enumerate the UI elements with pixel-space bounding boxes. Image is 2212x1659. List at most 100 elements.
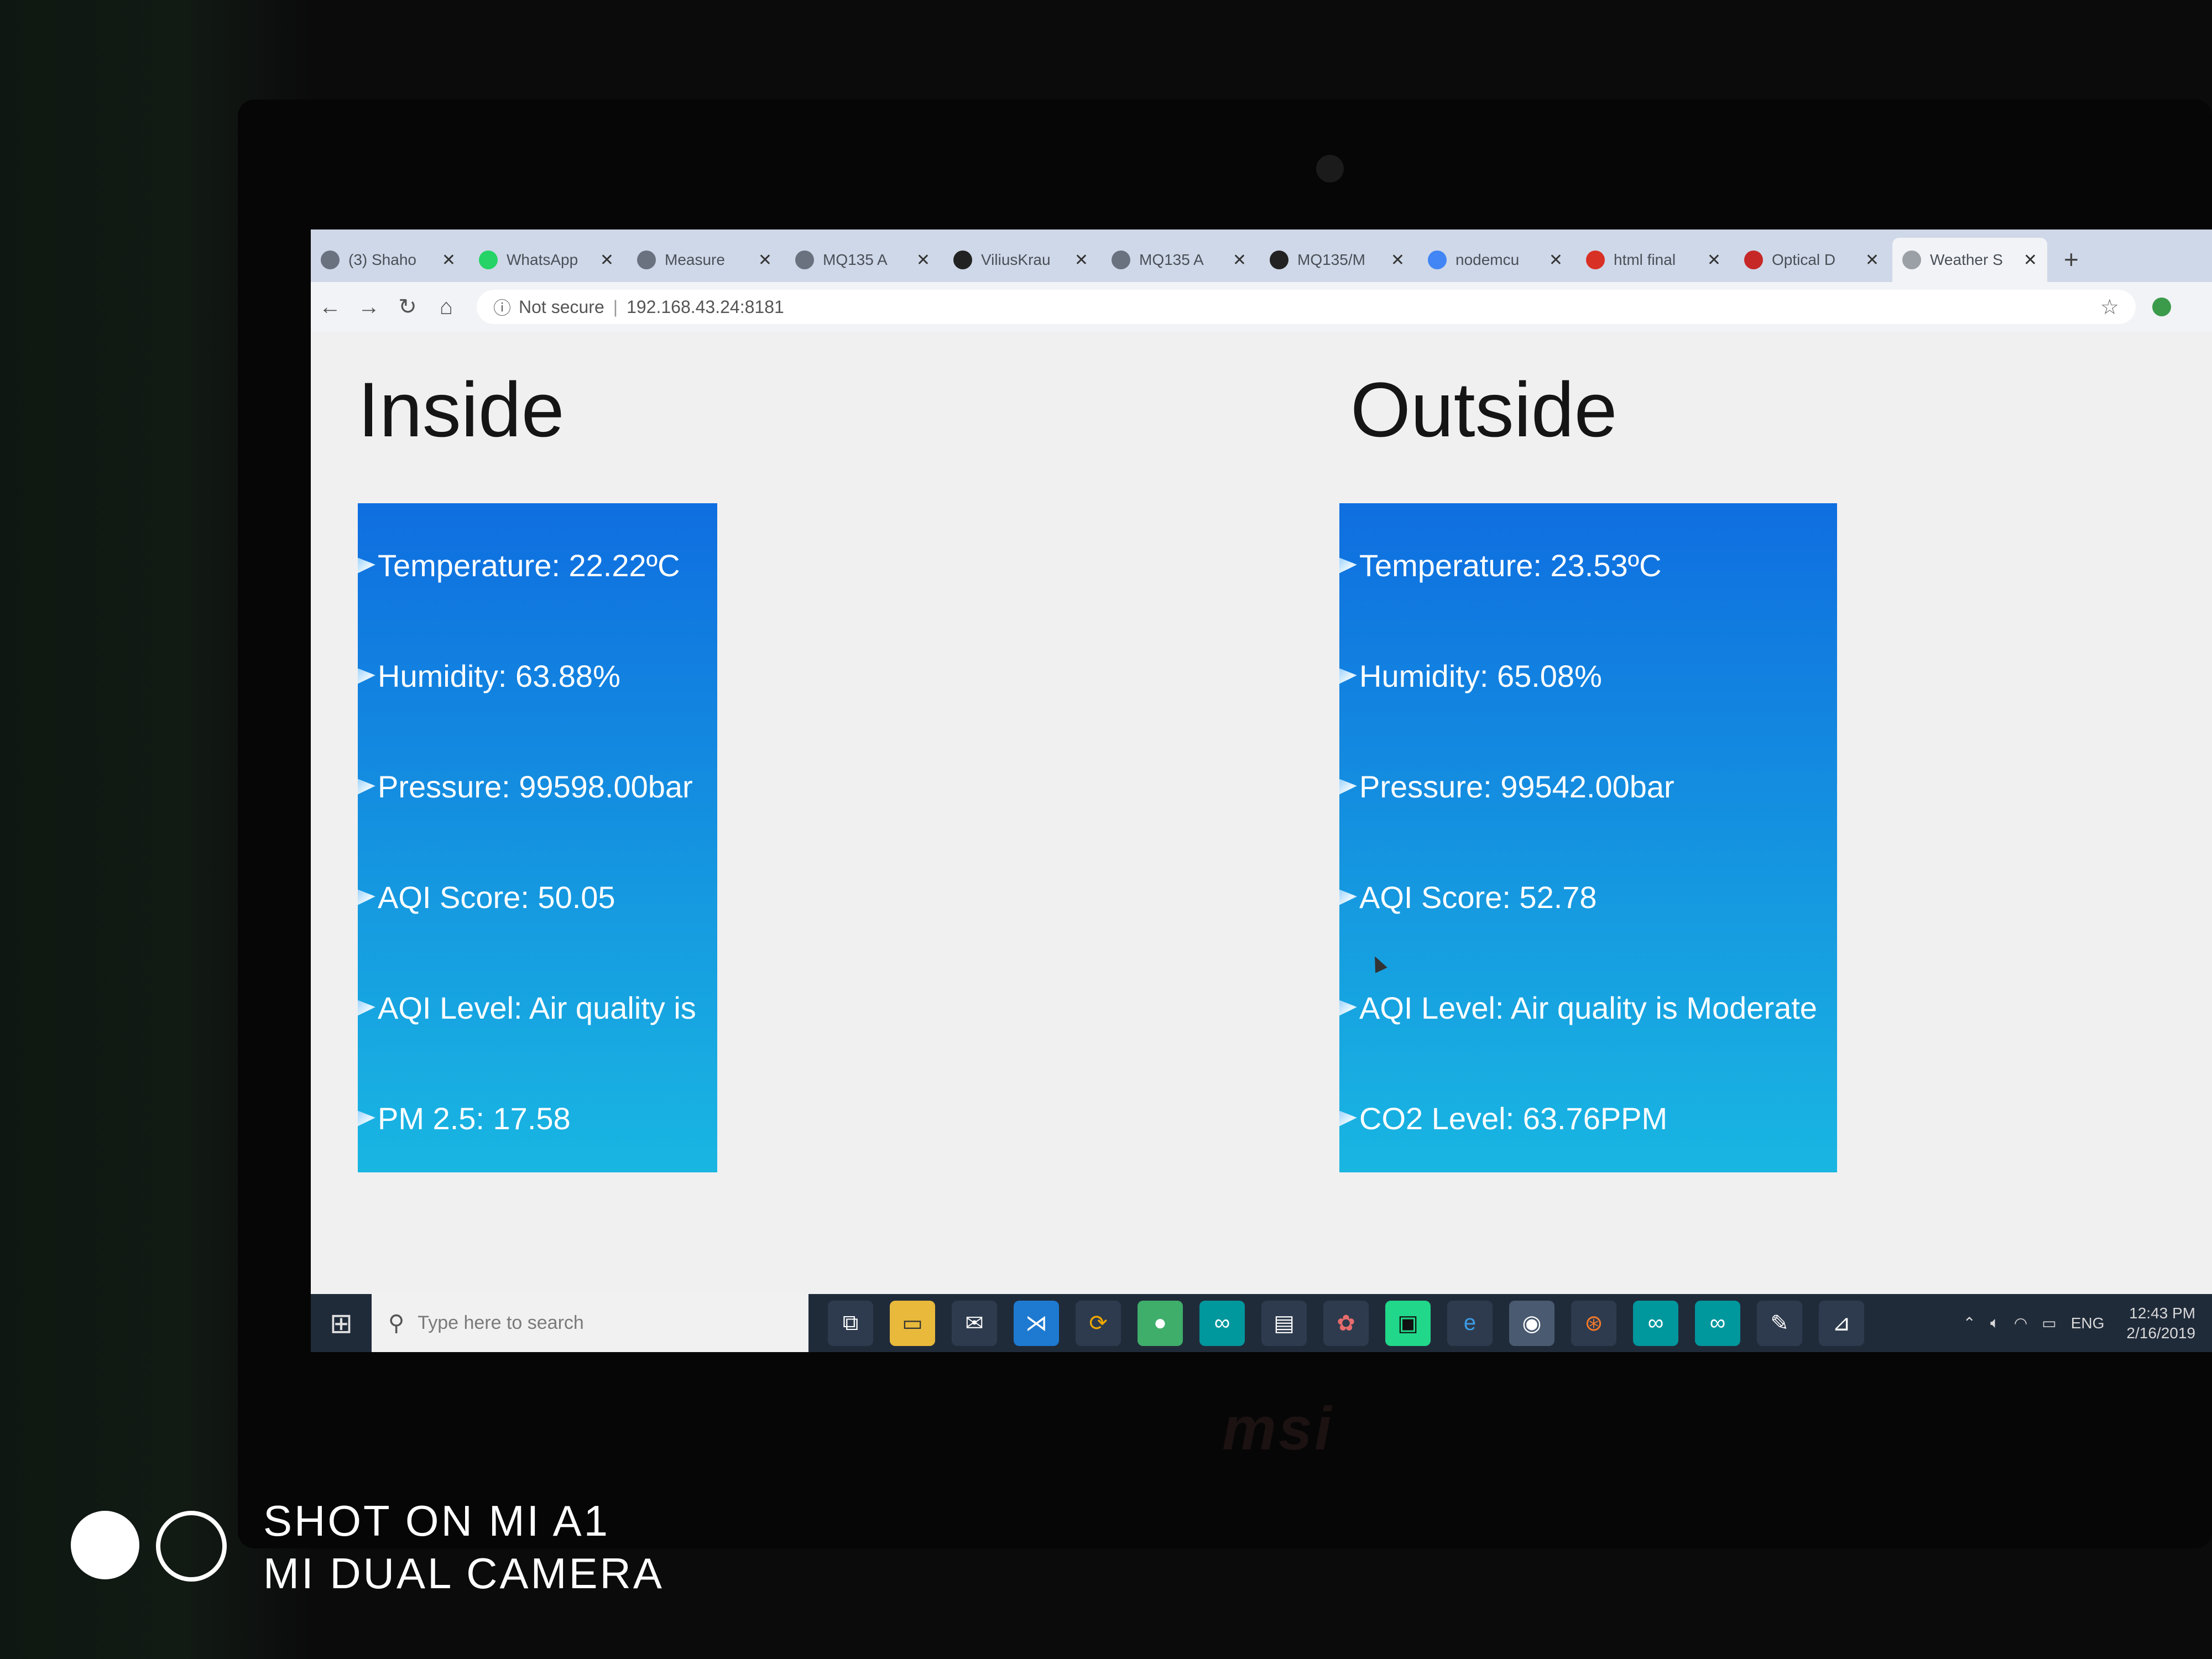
sync-app-icon[interactable]: ⟳ xyxy=(1076,1300,1121,1346)
start-windows-icon[interactable]: ⊞ xyxy=(311,1307,372,1339)
tab-favicon-icon xyxy=(479,251,498,269)
file-explorer-icon[interactable]: ▭ xyxy=(890,1300,935,1346)
tab-label: MQ135 A xyxy=(1139,251,1204,268)
tab-label: Optical D xyxy=(1772,251,1836,268)
mail-icon[interactable]: ✉ xyxy=(952,1300,997,1346)
chrome-browser-icon[interactable]: ◉ xyxy=(1509,1300,1554,1346)
new-tab-button[interactable]: + xyxy=(2051,244,2092,282)
tab-favicon-icon xyxy=(1586,251,1605,269)
taskbar-pinned-apps: ⧉ ▭ ✉ ⋊ ⟳ ● ∞ ▤ ✿ ▣ e ◉ ⊛ ∞ ∞ ✎ ⊿ xyxy=(820,1300,1872,1346)
tab-close-icon[interactable]: ✕ xyxy=(1865,251,1879,270)
reading-text: Temperature: 22.22ºC xyxy=(378,548,680,583)
watermark-line1: SHOT ON MI A1 xyxy=(263,1496,611,1545)
reload-icon[interactable]: ↻ xyxy=(388,294,427,320)
reading-text: AQI Score: 50.05 xyxy=(378,880,615,915)
inside-aqi-level: AQI Level: Air quality is xyxy=(358,990,696,1026)
inside-heading: Inside xyxy=(358,366,565,453)
outside-co2-level: CO2 Level: 63.76PPM xyxy=(1339,1100,1667,1136)
network-tool-icon[interactable]: ⊿ xyxy=(1819,1300,1864,1346)
broken-image-icon xyxy=(358,1110,375,1126)
reading-text: PM 2.5: 17.58 xyxy=(378,1101,571,1136)
pycharm-icon[interactable]: ▣ xyxy=(1385,1300,1431,1346)
vscode-icon[interactable]: ⋊ xyxy=(1014,1300,1059,1346)
windows-taskbar: ⊞ ⚲ Type here to search ⧉ ▭ ✉ ⋊ ⟳ ● ∞ ▤ … xyxy=(311,1294,2212,1352)
edge-browser-icon[interactable]: e xyxy=(1447,1300,1493,1346)
tab-label: (3) Shaho xyxy=(348,251,416,268)
bookmark-star-icon[interactable]: ☆ xyxy=(2100,295,2119,320)
back-arrow-icon[interactable]: ← xyxy=(311,295,349,320)
home-icon[interactable]: ⌂ xyxy=(427,295,466,320)
tab-favicon-icon xyxy=(1744,251,1763,269)
browser-tab[interactable]: Measure ✕ xyxy=(627,238,782,282)
tab-favicon-icon xyxy=(1902,251,1921,269)
arduino-icon[interactable]: ∞ xyxy=(1695,1300,1740,1346)
system-tray: ⌃ 🔈︎ ◠ ▭ ENG 12:43 PM 2/16/2019 xyxy=(1949,1303,2212,1343)
document-editor-icon[interactable]: ✎ xyxy=(1757,1300,1802,1346)
browser-tab[interactable]: ViliusKrau ✕ xyxy=(943,238,1098,282)
blender-icon[interactable]: ⊛ xyxy=(1571,1300,1616,1346)
laptop-screen: (3) Shaho ✕ WhatsApp ✕ Measure ✕ MQ135 A ✕ V… xyxy=(311,229,2212,1352)
clock[interactable]: 12:43 PM 2/16/2019 xyxy=(2126,1303,2195,1343)
address-bar[interactable]: ⓘ Not secure | 192.168.43.24:8181 ☆ xyxy=(477,290,2136,324)
clock-date: 2/16/2019 xyxy=(2126,1324,2195,1342)
browser-tab[interactable]: MQ135 A ✕ xyxy=(785,238,940,282)
tab-close-icon[interactable]: ✕ xyxy=(1074,251,1088,270)
task-view-icon[interactable]: ⧉ xyxy=(828,1300,873,1346)
broken-image-icon xyxy=(1339,889,1357,905)
arduino-icon[interactable]: ∞ xyxy=(1633,1300,1678,1346)
app-green-icon[interactable]: ● xyxy=(1138,1300,1183,1346)
tab-close-icon[interactable]: ✕ xyxy=(758,251,772,270)
extension-icon[interactable] xyxy=(2152,298,2171,316)
arduino-icon[interactable]: ∞ xyxy=(1199,1300,1245,1346)
tab-favicon-icon xyxy=(795,251,814,269)
browser-tab[interactable]: nodemcu ✕ xyxy=(1418,238,1573,282)
taskbar-search-box[interactable]: ⚲ Type here to search xyxy=(372,1294,808,1352)
battery-icon[interactable]: ▭ xyxy=(2042,1314,2056,1332)
url-text[interactable]: 192.168.43.24:8181 xyxy=(627,297,784,317)
broken-image-icon xyxy=(358,889,375,905)
tab-label: MQ135 A xyxy=(823,251,888,268)
tab-close-icon[interactable]: ✕ xyxy=(916,251,930,270)
reading-text: Temperature: 23.53ºC xyxy=(1359,548,1662,583)
chevron-up-icon[interactable]: ⌃ xyxy=(1963,1314,1976,1332)
tab-favicon-icon xyxy=(953,251,972,269)
tab-close-icon[interactable]: ✕ xyxy=(1549,251,1563,270)
broken-image-icon xyxy=(358,668,375,684)
browser-tab[interactable]: MQ135/M ✕ xyxy=(1260,238,1415,282)
broken-image-icon xyxy=(1339,557,1357,573)
tab-close-icon[interactable]: ✕ xyxy=(1233,251,1246,270)
tab-label: MQ135/M xyxy=(1297,251,1365,268)
tab-label: ViliusKrau xyxy=(981,251,1051,268)
language-indicator[interactable]: ENG xyxy=(2071,1314,2105,1332)
camera-watermark-ring xyxy=(156,1511,227,1582)
reading-text: Humidity: 63.88% xyxy=(378,659,620,693)
tab-close-icon[interactable]: ✕ xyxy=(600,251,614,270)
tab-close-icon[interactable]: ✕ xyxy=(1391,251,1405,270)
outside-temperature: Temperature: 23.53ºC xyxy=(1339,547,1662,583)
browser-tab[interactable]: WhatsApp ✕ xyxy=(469,238,624,282)
tab-close-icon[interactable]: ✕ xyxy=(442,251,456,270)
paint-icon[interactable]: ✿ xyxy=(1323,1300,1369,1346)
browser-tab[interactable]: (3) Shaho ✕ xyxy=(311,238,466,282)
tab-label: html final xyxy=(1614,251,1676,268)
outside-aqi-level: AQI Level: Air quality is Moderate xyxy=(1339,990,1817,1026)
browser-tab[interactable]: MQ135 A ✕ xyxy=(1102,238,1256,282)
tab-close-icon[interactable]: ✕ xyxy=(1707,251,1721,270)
browser-tab[interactable]: Optical D ✕ xyxy=(1734,238,1889,282)
outside-humidity: Humidity: 65.08% xyxy=(1339,658,1602,694)
documents-icon[interactable]: ▤ xyxy=(1261,1300,1307,1346)
camera-watermark-dot xyxy=(71,1511,139,1579)
broken-image-icon xyxy=(1339,1000,1357,1016)
tab-close-icon[interactable]: ✕ xyxy=(2023,251,2037,270)
tab-label: nodemcu xyxy=(1455,251,1520,268)
volume-icon[interactable]: 🔈︎ xyxy=(1990,1314,2000,1332)
browser-tab-active[interactable]: Weather S ✕ xyxy=(1892,238,2047,282)
wifi-icon[interactable]: ◠ xyxy=(2014,1314,2027,1332)
info-icon[interactable]: ⓘ xyxy=(493,294,511,320)
browser-tab[interactable]: html final ✕ xyxy=(1576,238,1731,282)
web-page: Inside Outside Temperature: 22.22ºC Humi… xyxy=(311,332,2212,1294)
browser-tab-bar: (3) Shaho ✕ WhatsApp ✕ Measure ✕ MQ135 A ✕ V… xyxy=(311,229,2212,282)
forward-arrow-icon[interactable]: → xyxy=(349,295,388,320)
watermark-line2: MI DUAL CAMERA xyxy=(263,1549,664,1598)
tab-favicon-icon xyxy=(1270,251,1288,269)
